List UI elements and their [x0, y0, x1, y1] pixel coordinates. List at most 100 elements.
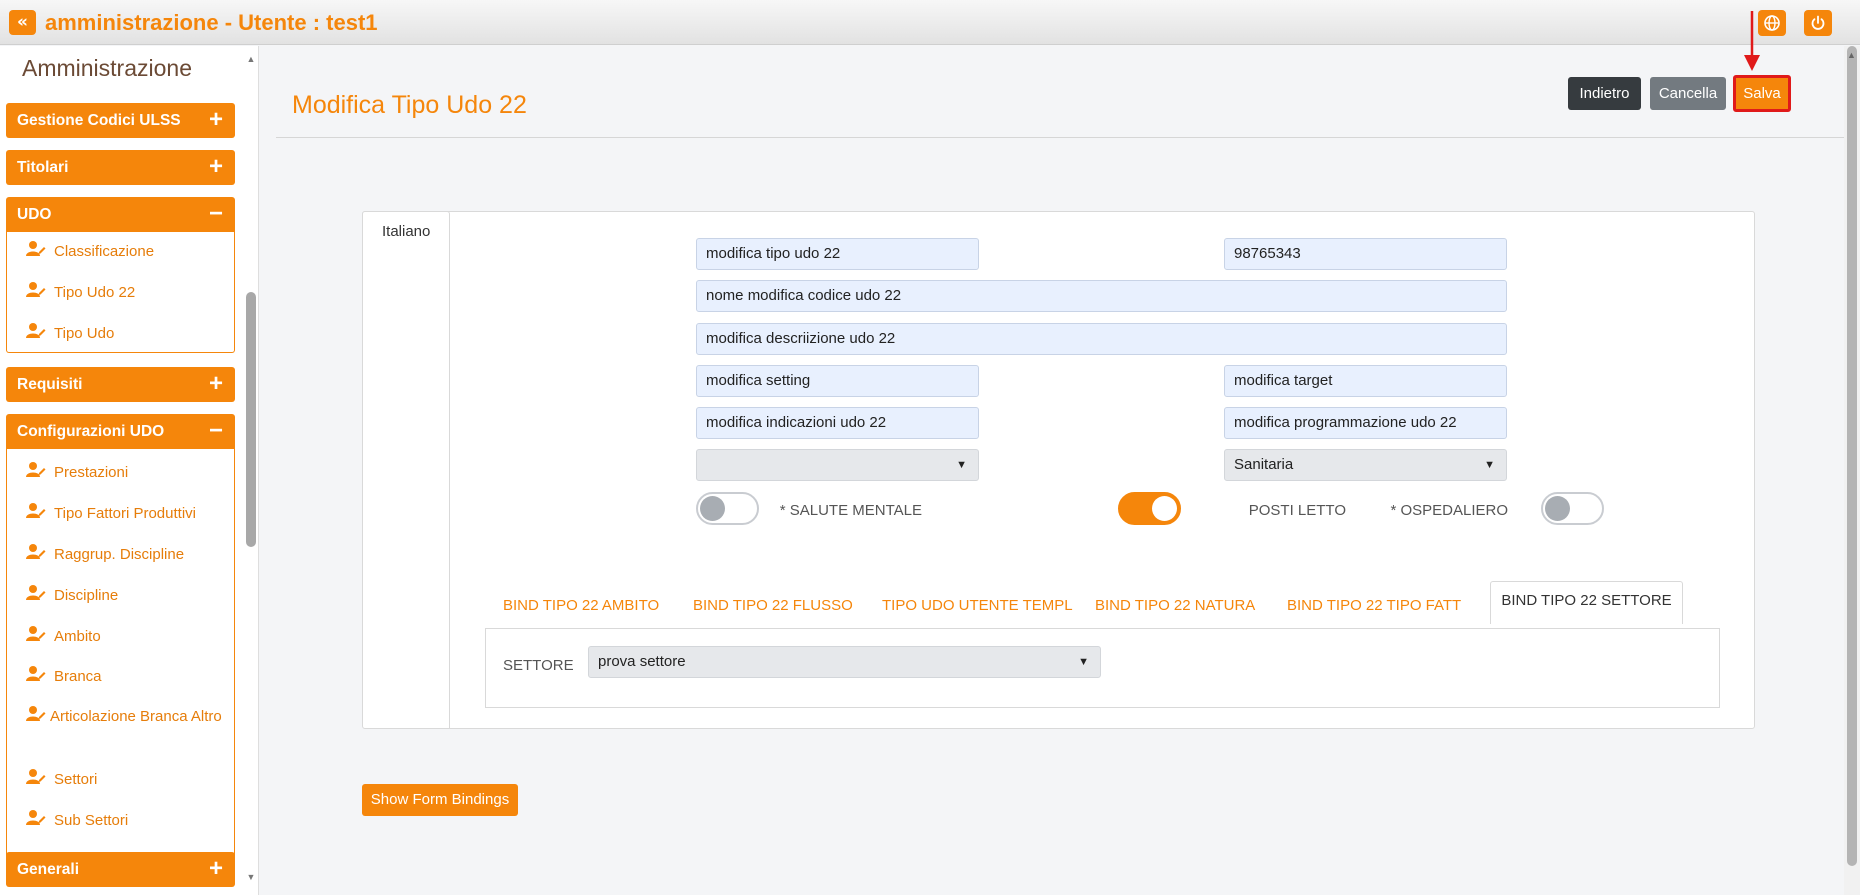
- sidebar-item-tipo-udo-22[interactable]: Tipo Udo 22: [7, 281, 234, 322]
- user-edit-icon: [26, 584, 46, 605]
- page-scrollbar[interactable]: ▲: [1844, 46, 1860, 895]
- target-field[interactable]: modifica target: [1224, 365, 1507, 397]
- menu-head[interactable]: Configurazioni UDO −: [6, 414, 235, 449]
- menu-label: Gestione Codici ULSS: [17, 112, 181, 129]
- minus-icon[interactable]: −: [209, 197, 223, 230]
- tab-bind-tipo-22-settore[interactable]: BIND TIPO 22 SETTORE: [1490, 581, 1683, 624]
- menu-item-label: Tipo Fattori Produttivi: [54, 505, 196, 522]
- menu-item-label: Prestazioni: [54, 464, 129, 481]
- sidebar-scroll-up-icon[interactable]: ▲: [244, 54, 258, 66]
- menu-head[interactable]: Titolari +: [6, 150, 235, 185]
- sidebar-item-tipo-udo[interactable]: Tipo Udo: [7, 322, 234, 352]
- toggle-knob: [1545, 496, 1570, 521]
- sidebar-item-sub-settori[interactable]: Sub Settori: [7, 809, 234, 839]
- indicazioni-field[interactable]: modifica indicazioni udo 22: [696, 407, 979, 439]
- sidebar-scroll-down-icon[interactable]: ▼: [244, 872, 258, 884]
- show-form-bindings-button[interactable]: Show Form Bindings: [362, 784, 518, 816]
- posti-letto-toggle[interactable]: [1118, 492, 1181, 525]
- tab-tipo-udo-utente-templ[interactable]: TIPO UDO UTENTE TEMPL: [882, 587, 1073, 625]
- nome-codice-udo-field[interactable]: nome modifica codice udo 22: [696, 280, 1507, 312]
- tab-bind-tipo-22-tipo-fatt[interactable]: BIND TIPO 22 TIPO FATT: [1287, 587, 1461, 625]
- user-edit-icon: [26, 809, 46, 830]
- toggle-knob: [700, 496, 725, 521]
- menu-group-gestione-codici-ulss[interactable]: Gestione Codici ULSS +: [6, 103, 235, 138]
- menu-item-label: Ambito: [54, 628, 101, 645]
- collapse-sidebar-button[interactable]: «: [9, 10, 36, 35]
- menu-group-requisiti[interactable]: Requisiti +: [6, 367, 235, 402]
- sidebar-item-branca[interactable]: Branca: [7, 665, 234, 705]
- menu-label: Requisiti: [17, 376, 83, 393]
- plus-icon[interactable]: +: [209, 103, 223, 136]
- tab-italiano[interactable]: Italiano: [362, 211, 450, 251]
- minus-icon[interactable]: −: [209, 414, 223, 447]
- tab-bind-tipo-22-ambito[interactable]: BIND TIPO 22 AMBITO: [503, 587, 659, 625]
- descrizione-field[interactable]: modifica descriizione udo 22: [696, 323, 1507, 355]
- menu-group-configurazioni-udo[interactable]: Configurazioni UDO − Prestazioni Tipo Fat…: [6, 414, 235, 871]
- plus-icon[interactable]: +: [209, 852, 223, 885]
- settore-value: prova settore: [598, 653, 686, 670]
- codice-udo-field[interactable]: 98765343: [1224, 238, 1507, 270]
- user-edit-icon: [26, 768, 46, 789]
- menu-item-label: Discipline: [54, 587, 119, 604]
- bind-tabs: BIND TIPO 22 AMBITO BIND TIPO 22 FLUSSO …: [485, 581, 1720, 625]
- user-edit-icon: [26, 240, 46, 261]
- page-scrollbar-thumb[interactable]: [1847, 46, 1857, 866]
- sidebar-item-settori[interactable]: Settori: [7, 768, 234, 809]
- tab-bind-tipo-22-flusso[interactable]: BIND TIPO 22 FLUSSO: [693, 587, 853, 625]
- sidebar-item-prestazioni[interactable]: Prestazioni: [7, 461, 234, 502]
- sidebar-item-classificazione[interactable]: Classificazione: [7, 240, 234, 281]
- sidebar-item-raggrup-discipline[interactable]: Raggrup. Discipline: [7, 543, 234, 584]
- ospedaliero-toggle[interactable]: [1541, 492, 1604, 525]
- user-edit-icon: [26, 705, 46, 726]
- menu-item-label: Settori: [54, 771, 98, 788]
- sidebar-item-ambito[interactable]: Ambito: [7, 625, 234, 665]
- menu-label: Titolari: [17, 159, 69, 176]
- plus-icon[interactable]: +: [209, 367, 223, 400]
- user-edit-icon: [26, 281, 46, 302]
- menu-head[interactable]: Requisiti +: [6, 367, 235, 402]
- menu-group-udo[interactable]: UDO − Classificazione Tipo Udo 22 Tipo Ud…: [6, 197, 235, 353]
- settore-select[interactable]: prova settore ▼: [588, 646, 1101, 678]
- sidebar-item-tipo-fattori-produttivi[interactable]: Tipo Fattori Produttivi: [7, 502, 234, 543]
- menu-item-label: Branca: [54, 668, 102, 685]
- menu-label: UDO: [17, 206, 52, 223]
- sidebar: Amministrazione ▲ ▼ Gestione Codici ULSS…: [0, 46, 259, 895]
- user-edit-icon: [26, 502, 46, 523]
- page-title: Modifica Tipo Udo 22: [292, 91, 527, 119]
- classificazione-select[interactable]: Sanitaria ▼: [1224, 449, 1507, 481]
- toggle-knob: [1152, 496, 1177, 521]
- nome-field[interactable]: modifica tipo udo 22: [696, 238, 979, 270]
- power-icon[interactable]: [1804, 10, 1832, 36]
- caret-down-icon: ▼: [1078, 656, 1089, 668]
- tab-panel-settore: SETTORE prova settore ▼: [485, 628, 1720, 708]
- plus-icon[interactable]: +: [209, 150, 223, 183]
- user-edit-icon: [26, 461, 46, 482]
- salute-mentale-toggle[interactable]: [696, 492, 759, 525]
- scroll-up-icon[interactable]: ▲: [1847, 50, 1856, 60]
- menu-item-label: Tipo Udo 22: [54, 284, 136, 301]
- sidebar-scrollbar[interactable]: [246, 292, 256, 547]
- save-button[interactable]: Salva: [1733, 75, 1791, 112]
- programmazione-field[interactable]: modifica programmazione udo 22: [1224, 407, 1507, 439]
- menu-head[interactable]: Generali +: [6, 852, 235, 887]
- menu-item-label: Raggrup. Discipline: [54, 546, 185, 563]
- menu-head[interactable]: UDO −: [6, 197, 235, 232]
- sidebar-item-discipline[interactable]: Discipline: [7, 584, 234, 625]
- tab-bind-tipo-22-natura[interactable]: BIND TIPO 22 NATURA: [1095, 587, 1255, 625]
- menu-group-generali[interactable]: Generali +: [6, 852, 235, 887]
- setting-field[interactable]: modifica setting: [696, 365, 979, 397]
- cancel-button[interactable]: Cancella: [1650, 77, 1726, 110]
- user-edit-icon: [26, 322, 46, 343]
- top-bar: « amministrazione - Utente : test1: [0, 0, 1860, 45]
- ufficio-select[interactable]: ▼: [696, 449, 979, 481]
- classificazione-value: Sanitaria: [1234, 456, 1294, 473]
- menu-group-titolari[interactable]: Titolari +: [6, 150, 235, 185]
- ospedaliero-label: * OSPEDALIERO: [1390, 502, 1508, 519]
- app-title: amministrazione - Utente : test1: [45, 10, 378, 35]
- title-divider: [276, 137, 1844, 138]
- sidebar-item-articolazione-branca-altro[interactable]: Articolazione Branca Altro: [7, 705, 234, 768]
- menu-head[interactable]: Gestione Codici ULSS +: [6, 103, 235, 138]
- main-content: Modifica Tipo Udo 22 Indietro Cancella S…: [260, 11, 1844, 895]
- back-button[interactable]: Indietro: [1568, 77, 1641, 110]
- user-edit-icon: [26, 625, 46, 646]
